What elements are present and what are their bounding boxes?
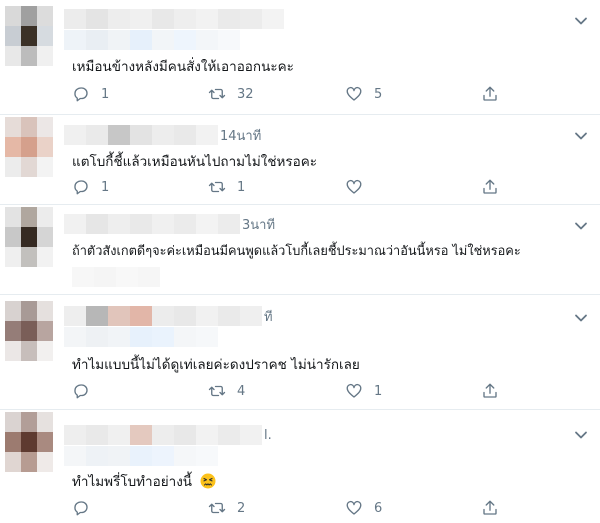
retweet-icon — [208, 88, 226, 100]
chevron-down-icon[interactable] — [574, 219, 588, 233]
like-count: 5 — [374, 86, 383, 102]
confounded-face-emoji — [200, 473, 216, 489]
retweet-count: 2 — [237, 500, 246, 516]
avatar[interactable] — [5, 117, 53, 177]
like-button[interactable]: 6 — [345, 496, 382, 520]
tweet-4[interactable]: ที ทำไมแบบนี้ไม่ได้ดูเท่เลยค่ะดงปราคช ไม… — [0, 295, 600, 410]
avatar[interactable] — [5, 412, 53, 472]
retweet-icon — [208, 502, 226, 514]
tweet-text: ทำไมพรี่โบทำอย่างนี้ — [72, 474, 193, 490]
author-name-blurred[interactable] — [64, 8, 284, 30]
avatar[interactable] — [5, 301, 53, 361]
tweet-text: เหมือนข้างหลังมีคนสั่งให้เอาออกนะคะ — [72, 59, 294, 75]
tweet-actions: 4 1 — [72, 379, 592, 403]
share-button[interactable] — [481, 82, 499, 106]
chevron-down-icon[interactable] — [574, 428, 588, 442]
reply-button[interactable]: 1 — [72, 175, 109, 199]
retweet-button[interactable]: 1 — [208, 175, 245, 199]
handle-blurred — [64, 30, 240, 50]
tweet-2[interactable]: 14นาที แตโบกี้ชี้แล้วเหมือนหันไปถามไม่ใช… — [0, 115, 600, 205]
retweet-button[interactable]: 2 — [208, 496, 245, 520]
reply-icon — [74, 87, 88, 102]
chevron-down-icon[interactable] — [574, 14, 588, 28]
share-icon — [483, 500, 497, 515]
retweet-count: 32 — [237, 86, 254, 102]
like-button[interactable] — [345, 175, 374, 199]
heart-icon — [346, 500, 362, 515]
retweet-icon — [208, 385, 226, 397]
tweet-text: แตโบกี้ชี้แล้วเหมือนหันไปถามไม่ใช่หรอคะ — [72, 154, 318, 170]
like-button[interactable]: 5 — [345, 82, 382, 106]
tweet-time[interactable]: 14นาที — [220, 125, 261, 146]
actions-blurred — [72, 267, 160, 287]
author-header[interactable]: 3นาที — [64, 213, 275, 235]
tweet-text-row: ทำไมพรี่โบทำอย่างนี้ — [72, 470, 216, 492]
like-button[interactable]: 1 — [345, 379, 382, 403]
share-button[interactable] — [481, 496, 499, 520]
reply-button[interactable] — [72, 379, 101, 403]
handle-blurred — [64, 327, 218, 347]
like-count: 6 — [374, 500, 383, 516]
retweet-count: 1 — [237, 179, 246, 195]
author-header[interactable]: ที — [64, 305, 273, 327]
reply-icon — [74, 180, 88, 195]
tweet-3[interactable]: 3นาที ถ้าตัวสังเกตดีๆจะค่ะเหมือนมีคนพูดแ… — [0, 205, 600, 295]
share-button[interactable] — [481, 379, 499, 403]
tweet-5[interactable]: l. ทำไมพรี่โบทำอย่างนี้ 2 6 — [0, 410, 600, 523]
avatar[interactable] — [5, 207, 53, 267]
tweet-time[interactable]: l. — [264, 428, 272, 443]
heart-icon — [346, 179, 362, 194]
reply-count: 1 — [101, 86, 110, 102]
tweet-time[interactable]: 3นาที — [242, 214, 275, 235]
reply-icon — [74, 501, 88, 516]
heart-icon — [346, 383, 362, 398]
retweet-button[interactable]: 4 — [208, 379, 245, 403]
reply-button[interactable] — [72, 496, 101, 520]
tweet-time[interactable]: ที — [264, 306, 273, 327]
avatar[interactable] — [5, 6, 53, 66]
reply-count: 1 — [101, 179, 110, 195]
heart-icon — [346, 86, 362, 101]
chevron-down-icon[interactable] — [574, 311, 588, 325]
tweet-1[interactable]: เหมือนข้างหลังมีคนสั่งให้เอาออกนะคะ 1 32… — [0, 0, 600, 115]
author-header[interactable]: l. — [64, 424, 272, 446]
share-icon — [483, 383, 497, 398]
tweet-text: ทำไมแบบนี้ไม่ได้ดูเท่เลยค่ะดงปราคช ไม่น่… — [72, 357, 360, 373]
like-count: 1 — [374, 383, 383, 399]
handle-blurred — [64, 446, 218, 466]
retweet-count: 4 — [237, 383, 246, 399]
share-icon — [483, 86, 497, 101]
author-header[interactable]: 14นาที — [64, 124, 261, 146]
tweet-text: ถ้าตัวสังเกตดีๆจะค่ะเหมือนมีคนพูดแล้วโบก… — [72, 244, 521, 259]
retweet-icon — [208, 181, 226, 193]
reply-icon — [74, 384, 88, 399]
share-button[interactable] — [481, 175, 499, 199]
tweet-actions: 1 32 5 — [72, 82, 592, 106]
tweet-actions: 2 6 — [72, 496, 592, 520]
retweet-button[interactable]: 32 — [208, 82, 254, 106]
tweet-actions: 1 1 — [72, 175, 592, 199]
share-icon — [483, 179, 497, 194]
reply-button[interactable]: 1 — [72, 82, 109, 106]
chevron-down-icon[interactable] — [574, 129, 588, 143]
